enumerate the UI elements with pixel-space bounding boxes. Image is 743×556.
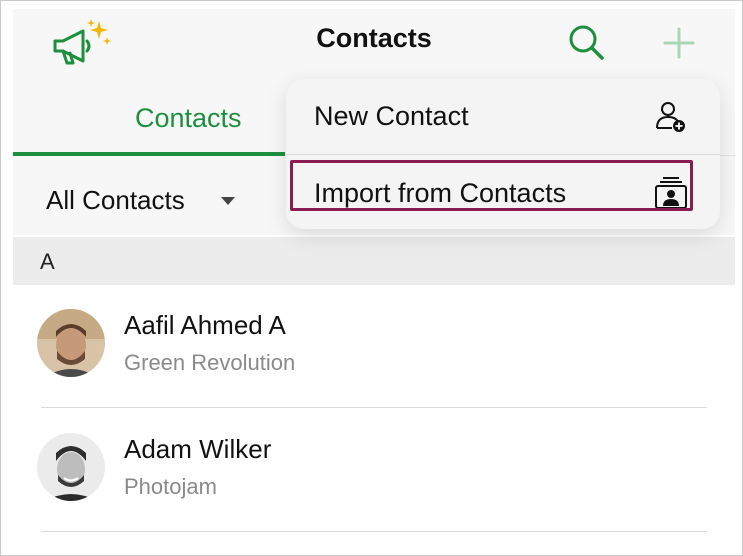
menu-item-label: New Contact [314, 101, 469, 131]
avatar [37, 309, 105, 377]
row-divider [41, 407, 707, 408]
screenshot-frame: Contacts Contacts All Contacts A Aafil A… [0, 0, 743, 556]
section-header: A [13, 237, 735, 285]
row-divider [41, 531, 707, 532]
list-item[interactable]: Aafil Ahmed A Green Revolution [13, 285, 735, 409]
contact-list: Aafil Ahmed A Green Revolution Adam Wilk… [13, 285, 735, 555]
contact-name: Aafil Ahmed A [124, 310, 286, 340]
section-letter: A [40, 249, 55, 274]
contact-name: Adam Wilker [124, 434, 272, 464]
navigation-bar: Contacts [13, 9, 735, 79]
menu-item-new-contact[interactable]: New Contact [286, 79, 720, 154]
contact-company: Green Revolution [124, 350, 296, 375]
avatar [37, 433, 105, 501]
search-icon[interactable] [567, 23, 605, 61]
app-screen: Contacts Contacts All Contacts A Aafil A… [13, 9, 735, 555]
page-title: Contacts [316, 23, 432, 53]
caret-down-icon[interactable] [221, 197, 235, 205]
add-person-icon [656, 102, 685, 132]
contact-company: Photojam [124, 474, 217, 499]
list-item[interactable]: Adam Wilker Photojam [13, 409, 735, 533]
tab-contacts[interactable]: Contacts [135, 103, 242, 134]
active-tab-indicator [13, 152, 285, 156]
highlight-box [290, 160, 693, 211]
filter-label[interactable]: All Contacts [46, 185, 185, 216]
add-icon[interactable] [661, 25, 697, 61]
